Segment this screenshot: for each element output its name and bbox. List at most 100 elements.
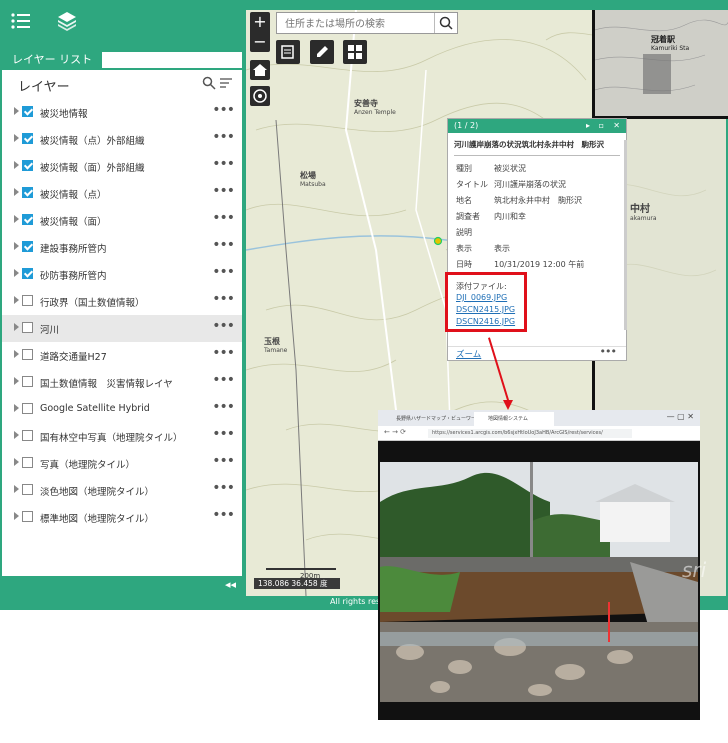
watermark: sri	[682, 558, 707, 582]
layer-row[interactable]: 被災情報（面）外部組織 •••	[2, 153, 242, 180]
close-icon[interactable]: ✕	[613, 119, 620, 133]
expand-caret-icon[interactable]	[14, 134, 19, 142]
layer-checkbox[interactable]	[22, 322, 33, 333]
maximize-icon[interactable]: ▫	[599, 119, 604, 133]
layer-checkbox[interactable]	[22, 457, 33, 468]
layer-options-icon[interactable]: •••	[212, 102, 235, 118]
layer-options-icon[interactable]: •••	[212, 183, 235, 199]
layer-checkbox[interactable]	[22, 403, 33, 414]
attribute-row: 調査者 内川和幸	[456, 211, 622, 223]
layer-options-icon[interactable]: •••	[212, 399, 235, 415]
layer-row[interactable]: 国有林空中写真（地理院タイル） •••	[2, 423, 242, 450]
layer-row[interactable]: 標準地図（地理院タイル） •••	[2, 504, 242, 531]
expand-caret-icon[interactable]	[14, 404, 19, 412]
layer-row[interactable]: 砂防事務所管内 •••	[2, 261, 242, 288]
next-feature-icon[interactable]: ▸	[586, 119, 590, 133]
layer-list-tab[interactable]: レイヤー リスト	[2, 52, 103, 68]
layer-row[interactable]: 被災地情報 •••	[2, 99, 242, 126]
url-field[interactable]: https://services1.arcgis.com/b6sjxHtIoUo…	[428, 429, 632, 438]
layer-options-icon[interactable]: •••	[212, 318, 235, 334]
expand-caret-icon[interactable]	[14, 269, 19, 277]
layer-options-icon[interactable]: •••	[212, 264, 235, 280]
layer-checkbox[interactable]	[22, 484, 33, 495]
layer-row[interactable]: 国土数値情報 災害情報レイヤ •••	[2, 369, 242, 396]
zoom-out-button[interactable]: −	[250, 32, 270, 52]
locate-button[interactable]	[250, 86, 270, 106]
layer-row[interactable]: 淡色地図（地理院タイル） •••	[2, 477, 242, 504]
layer-checkbox[interactable]	[22, 511, 33, 522]
tab-underline	[2, 68, 242, 70]
layer-row[interactable]: 河川 •••	[2, 315, 242, 342]
top-toolbar	[0, 0, 244, 44]
expand-caret-icon[interactable]	[14, 161, 19, 169]
layer-label: 標準地図（地理院タイル）	[40, 514, 155, 525]
popup-scrollbar[interactable]	[624, 140, 627, 330]
layer-options-icon[interactable]: •••	[212, 453, 235, 469]
attribute-row: タイトル 河川護岸崩落の状況	[456, 179, 622, 191]
attribute-key: タイトル	[456, 180, 488, 189]
zoom-in-button[interactable]: +	[250, 12, 270, 32]
expand-caret-icon[interactable]	[14, 485, 19, 493]
zoom-to-link[interactable]: ズーム	[456, 348, 481, 360]
layer-row[interactable]: 道路交通量H27 •••	[2, 342, 242, 369]
layer-options-icon[interactable]: •••	[212, 345, 235, 361]
layer-options-icon[interactable]: •••	[212, 372, 235, 388]
basemap-gallery-button[interactable]	[343, 40, 367, 64]
layer-options-icon[interactable]: •••	[212, 480, 235, 496]
layer-checkbox[interactable]	[22, 106, 33, 117]
list-icon[interactable]	[10, 10, 32, 32]
layer-checkbox[interactable]	[22, 295, 33, 306]
collapse-panel-icon[interactable]: ◂◂	[225, 578, 236, 591]
layer-options-icon[interactable]: •••	[212, 507, 235, 523]
expand-caret-icon[interactable]	[14, 296, 19, 304]
layer-options-icon[interactable]: •••	[212, 210, 235, 226]
layer-checkbox[interactable]	[22, 268, 33, 279]
search-icon[interactable]	[202, 76, 216, 90]
nakamura-label: 中村 akamura	[630, 204, 657, 222]
filter-list-icon[interactable]	[219, 76, 233, 90]
expand-caret-icon[interactable]	[14, 242, 19, 250]
expand-caret-icon[interactable]	[14, 431, 19, 439]
expand-caret-icon[interactable]	[14, 512, 19, 520]
layer-options-icon[interactable]: •••	[212, 237, 235, 253]
edit-tool-button[interactable]	[276, 40, 300, 64]
layer-options-icon[interactable]: •••	[212, 426, 235, 442]
layer-row[interactable]: 被災情報（面） •••	[2, 207, 242, 234]
draw-tool-button[interactable]	[310, 40, 334, 64]
home-button[interactable]	[250, 60, 270, 80]
search-input[interactable]	[283, 15, 435, 33]
expand-caret-icon[interactable]	[14, 188, 19, 196]
layer-header: レイヤー	[18, 80, 70, 95]
layer-row[interactable]: 被災情報（点）外部組織 •••	[2, 126, 242, 153]
layer-row[interactable]: 建設事務所管内 •••	[2, 234, 242, 261]
layer-checkbox[interactable]	[22, 241, 33, 252]
nav-arrows-icon[interactable]: ← → ⟳	[384, 428, 406, 436]
window-controls-icon[interactable]: — ▢ ✕	[667, 412, 694, 421]
layer-checkbox[interactable]	[22, 133, 33, 144]
layer-checkbox[interactable]	[22, 430, 33, 441]
layers-icon[interactable]	[56, 10, 78, 32]
layer-checkbox[interactable]	[22, 187, 33, 198]
expand-caret-icon[interactable]	[14, 107, 19, 115]
attribute-value: 被災状況	[494, 164, 526, 173]
expand-caret-icon[interactable]	[14, 350, 19, 358]
expand-caret-icon[interactable]	[14, 215, 19, 223]
layer-checkbox[interactable]	[22, 376, 33, 387]
expand-caret-icon[interactable]	[14, 323, 19, 331]
layer-row[interactable]: 被災情報（点） •••	[2, 180, 242, 207]
layer-options-icon[interactable]: •••	[212, 291, 235, 307]
layer-row[interactable]: 写真（地理院タイル） •••	[2, 450, 242, 477]
layer-options-icon[interactable]: •••	[212, 156, 235, 172]
layer-row[interactable]: Google Satellite Hybrid •••	[2, 396, 242, 423]
layer-options-icon[interactable]: •••	[212, 129, 235, 145]
layer-row[interactable]: 行政界（国土数値情報） •••	[2, 288, 242, 315]
browser-tab-2[interactable]: 地図情報システム	[474, 412, 554, 426]
layer-checkbox[interactable]	[22, 214, 33, 225]
expand-caret-icon[interactable]	[14, 458, 19, 466]
popup-more-icon[interactable]: •••	[600, 345, 617, 358]
expand-caret-icon[interactable]	[14, 377, 19, 385]
search-button[interactable]	[434, 13, 457, 33]
browser-tab-1[interactable]: 長野県ハザードマップ・ビューワー	[382, 412, 486, 426]
layer-checkbox[interactable]	[22, 160, 33, 171]
layer-checkbox[interactable]	[22, 349, 33, 360]
